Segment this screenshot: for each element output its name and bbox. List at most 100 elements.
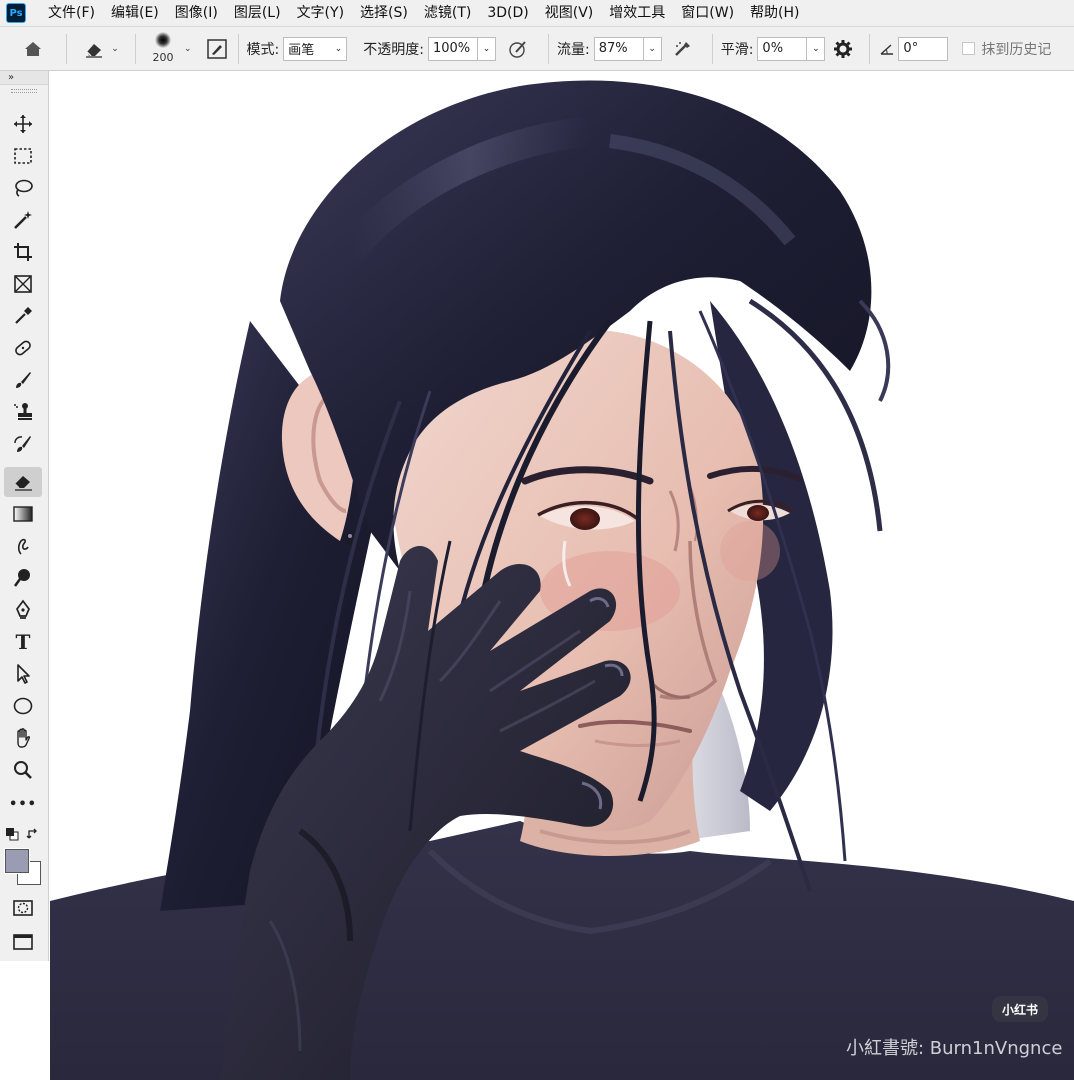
tool-preset-picker[interactable]: ⌄ <box>75 34 127 64</box>
tool-pen[interactable] <box>4 595 42 625</box>
default-colors-button[interactable] <box>5 827 19 841</box>
brush-tip-icon <box>155 31 171 48</box>
tool-magic-wand[interactable] <box>4 205 42 235</box>
toolbox-collapse-button[interactable]: » <box>0 71 48 85</box>
tool-more[interactable]: ••• <box>4 789 42 819</box>
eraser-icon <box>86 43 103 58</box>
erase-history-label: 抹到历史记 <box>981 41 1052 58</box>
menu-filter[interactable]: 滤镜(T) <box>416 0 479 27</box>
separator <box>66 33 67 64</box>
separator <box>547 33 549 64</box>
toolbox-grip[interactable] <box>11 89 37 93</box>
photoshop-logo: Ps <box>6 3 26 23</box>
opacity-value: 100% <box>432 41 471 56</box>
smoothing-slider-toggle[interactable]: ⌄ <box>807 36 826 61</box>
tool-zoom[interactable] <box>4 755 42 785</box>
tool-lasso[interactable] <box>4 173 42 203</box>
document-canvas[interactable] <box>50 71 1074 1080</box>
angle-icon <box>880 43 894 55</box>
smoothing-value: 0% <box>762 41 784 56</box>
menu-window[interactable]: 窗口(W) <box>673 0 742 27</box>
menu-view[interactable]: 视图(V) <box>537 0 602 27</box>
separator <box>711 33 713 64</box>
dodge-icon <box>13 569 30 587</box>
hand-icon <box>17 728 31 748</box>
airbrush-icon <box>674 41 690 56</box>
tool-eraser[interactable] <box>4 467 42 497</box>
tool-brush[interactable] <box>4 365 42 395</box>
menu-type[interactable]: 文字(Y) <box>289 0 352 27</box>
tool-ellipse[interactable] <box>4 691 42 721</box>
separator <box>869 33 871 64</box>
opacity-input[interactable]: 100% <box>427 36 478 61</box>
chevron-down-icon: ⌄ <box>334 43 343 54</box>
tool-frame[interactable] <box>4 269 42 299</box>
marquee-icon <box>14 148 32 164</box>
angle-value: 0° <box>903 41 919 56</box>
menu-select[interactable]: 选择(S) <box>352 0 416 27</box>
menu-layer[interactable]: 图层(L) <box>226 0 289 27</box>
screen-mode-icon <box>13 934 33 950</box>
menu-help[interactable]: 帮助(H) <box>742 0 807 27</box>
move-icon <box>14 115 32 133</box>
menu-plugins[interactable]: 增效工具 <box>601 0 673 27</box>
default-colors-icon <box>6 828 19 841</box>
tool-clone-stamp[interactable] <box>4 397 42 427</box>
swap-colors-button[interactable] <box>26 827 40 841</box>
tool-hand[interactable] <box>4 723 42 753</box>
history-brush-icon <box>14 436 31 452</box>
erase-history-checkbox[interactable] <box>962 42 976 55</box>
smoothing-input[interactable]: 0% <box>757 36 808 61</box>
flow-value: 87% <box>598 41 628 56</box>
tool-gradient[interactable] <box>4 499 42 529</box>
flow-slider-toggle[interactable]: ⌄ <box>643 36 662 61</box>
frame-icon <box>14 275 32 293</box>
menu-edit[interactable]: 编辑(E) <box>103 0 167 27</box>
flow-input[interactable]: 87% <box>593 36 644 61</box>
mode-select[interactable]: 画笔 ⌄ <box>283 36 348 61</box>
brush-preset-picker[interactable]: 200 <box>148 30 178 68</box>
gear-icon <box>834 39 853 58</box>
brush-settings-button[interactable] <box>204 34 230 64</box>
smoothing-label: 平滑: <box>720 41 754 58</box>
quick-mask-icon <box>13 900 33 916</box>
magic-wand-icon <box>14 211 32 229</box>
tool-path-select[interactable] <box>4 659 42 689</box>
ellipse-icon <box>13 697 33 715</box>
options-bar: ⌄ 200 ⌄ 模式: 画笔 ⌄ 不透明度: 100% ⌄ 流量: 87% ⌄ … <box>0 27 1074 71</box>
home-button[interactable] <box>8 34 58 64</box>
angle-input[interactable]: 0° <box>898 36 949 61</box>
chevron-down-icon: ⌄ <box>482 43 491 54</box>
tool-healing[interactable] <box>4 333 42 363</box>
watermark-text: 小紅書號: Burn1nVngnce <box>846 1038 1063 1059</box>
bandage-icon <box>15 340 31 356</box>
tool-eyedropper[interactable] <box>4 301 42 331</box>
lasso-icon <box>15 179 33 197</box>
chevron-down-icon[interactable]: ⌄ <box>184 44 192 54</box>
foreground-color-swatch[interactable] <box>4 848 30 874</box>
tool-history-brush[interactable] <box>4 429 42 459</box>
mode-value: 画笔 <box>288 43 315 58</box>
tool-smudge[interactable] <box>4 531 42 561</box>
home-icon <box>25 41 41 56</box>
smoothing-options-button[interactable] <box>825 34 861 64</box>
tool-crop[interactable] <box>4 237 42 267</box>
opacity-slider-toggle[interactable]: ⌄ <box>477 36 496 61</box>
zoom-icon <box>14 761 32 779</box>
arrow-pointer-icon <box>17 664 30 684</box>
chevron-down-icon: ⌄ <box>111 43 119 54</box>
menu-image[interactable]: 图像(I) <box>167 0 226 27</box>
tool-dodge[interactable] <box>4 563 42 593</box>
pressure-opacity-button[interactable] <box>496 34 540 64</box>
gradient-icon <box>13 506 33 522</box>
tool-marquee[interactable] <box>4 141 42 171</box>
watermark-badge: 小红书 <box>992 996 1048 1022</box>
tool-type[interactable]: T <box>4 627 42 657</box>
tool-quick-mask[interactable] <box>4 893 42 923</box>
menu-file[interactable]: 文件(F) <box>40 0 103 27</box>
tool-move[interactable] <box>4 109 42 139</box>
tool-screen-mode[interactable] <box>4 927 42 957</box>
menu-3d[interactable]: 3D(D) <box>479 0 536 27</box>
airbrush-button[interactable] <box>662 34 704 64</box>
menu-bar: Ps 文件(F) 编辑(E) 图像(I) 图层(L) 文字(Y) 选择(S) 滤… <box>0 0 1074 27</box>
